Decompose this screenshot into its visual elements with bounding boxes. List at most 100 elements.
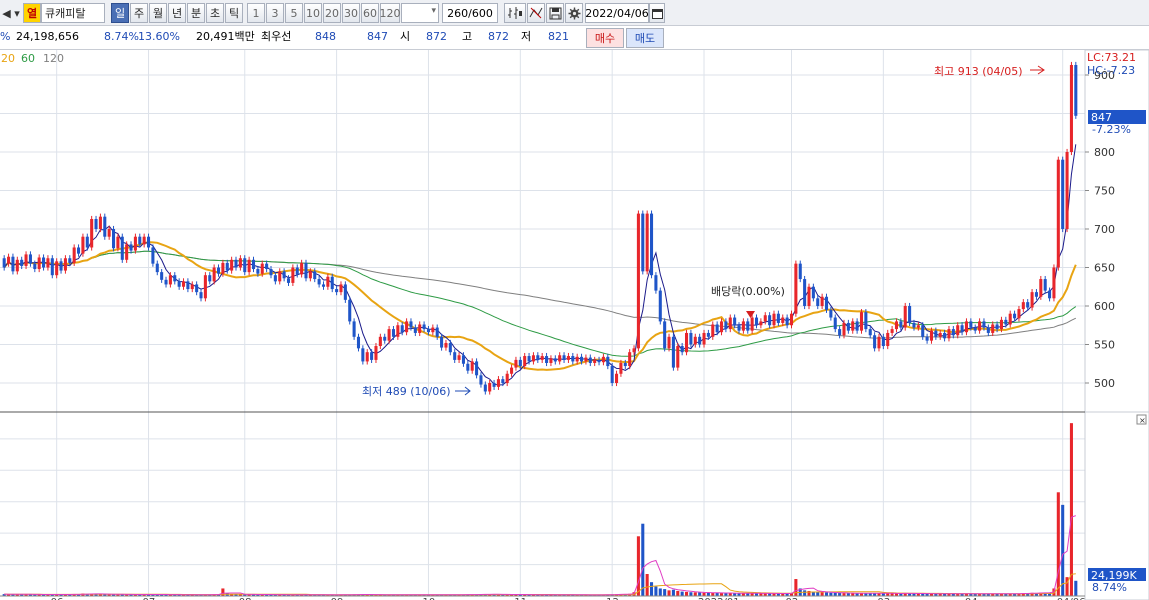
open-label: 시 bbox=[400, 30, 411, 43]
candle-body bbox=[960, 325, 964, 333]
candle-body bbox=[120, 236, 124, 260]
period-tab-week[interactable]: 주 bbox=[130, 3, 148, 23]
ma-legend-120[interactable]: 120 bbox=[43, 52, 64, 65]
minute-option-3[interactable]: 3 bbox=[266, 3, 284, 23]
volume-bar bbox=[671, 589, 675, 596]
period-tab-minute[interactable]: 분 bbox=[187, 3, 205, 23]
open-price: 872 bbox=[426, 30, 447, 43]
candle-body bbox=[877, 336, 881, 349]
period-tab-second[interactable]: 초 bbox=[206, 3, 224, 23]
candle-body bbox=[339, 284, 343, 293]
candle-body bbox=[798, 263, 802, 280]
candle-body bbox=[1026, 302, 1030, 308]
bar-count-input[interactable]: 260/600 bbox=[442, 3, 498, 23]
high-price: 872 bbox=[488, 30, 509, 43]
candle-body bbox=[405, 321, 409, 333]
indicator-icon[interactable] bbox=[527, 3, 545, 23]
candle-body bbox=[658, 290, 662, 322]
minute-option-5[interactable]: 5 bbox=[285, 3, 303, 23]
candle-body bbox=[378, 336, 382, 347]
chart-type-icon[interactable] bbox=[504, 3, 526, 23]
minute-option-20[interactable]: 20 bbox=[323, 3, 341, 23]
date-input[interactable]: 2022/04/06 bbox=[585, 3, 649, 23]
volume-bar bbox=[1061, 504, 1065, 596]
candle-body bbox=[855, 321, 859, 331]
candle-body bbox=[28, 254, 32, 264]
price-tick-label: 600 bbox=[1094, 300, 1115, 313]
candle-body bbox=[273, 275, 277, 282]
volume-bar bbox=[1056, 492, 1060, 596]
period-tab-month[interactable]: 월 bbox=[149, 3, 167, 23]
candle-body bbox=[400, 325, 404, 333]
low-annotation: 최저 489 (10/06) bbox=[362, 385, 451, 398]
buy-button[interactable]: 매수 bbox=[586, 28, 624, 48]
candle-body bbox=[724, 321, 728, 330]
candle-body bbox=[300, 262, 304, 275]
candle-body bbox=[46, 258, 50, 268]
price-tick-label: 550 bbox=[1094, 339, 1115, 352]
minute-option-30[interactable]: 30 bbox=[342, 3, 360, 23]
code-type-badge[interactable]: 열 bbox=[23, 3, 41, 23]
candle-body bbox=[68, 258, 72, 263]
stock-name-field[interactable]: 큐캐피탈 bbox=[41, 3, 105, 23]
candle-body bbox=[536, 355, 540, 360]
ma-legend-60[interactable]: 60 bbox=[21, 52, 35, 65]
candle-body bbox=[308, 271, 312, 279]
volume-bar bbox=[667, 590, 671, 596]
candle-body bbox=[894, 321, 899, 330]
trade-amount: 20,491백만 bbox=[196, 30, 255, 43]
candle-body bbox=[741, 321, 745, 331]
candle-body bbox=[133, 236, 137, 251]
calendar-icon[interactable] bbox=[649, 3, 665, 23]
period-tab-tick[interactable]: 틱 bbox=[225, 3, 243, 23]
candle-body bbox=[597, 359, 601, 363]
candle-body bbox=[396, 325, 400, 337]
volume-bar bbox=[698, 592, 702, 596]
candle-body bbox=[426, 329, 430, 333]
ma-legend-20[interactable]: 20 bbox=[1, 52, 15, 65]
minute-option-1[interactable]: 1 bbox=[247, 3, 265, 23]
dropdown-arrow-icon[interactable]: ▾ bbox=[12, 3, 22, 23]
price-volume-chart[interactable]: 500550600650700750800900 250,000K200,000… bbox=[0, 50, 1149, 600]
candle-body bbox=[63, 258, 67, 271]
candle-body bbox=[859, 312, 864, 331]
lc-label: LC:73.21 bbox=[1087, 51, 1136, 64]
candle-body bbox=[982, 321, 986, 328]
period-tab-year[interactable]: 년 bbox=[168, 3, 186, 23]
candle-body bbox=[746, 321, 750, 331]
candle-body bbox=[1013, 313, 1017, 319]
candle-body bbox=[413, 327, 417, 333]
sell-button[interactable]: 매도 bbox=[626, 28, 664, 48]
candle-body bbox=[973, 327, 977, 331]
minute-option-60[interactable]: 60 bbox=[361, 3, 379, 23]
candle-body bbox=[7, 256, 11, 264]
volume-bar bbox=[641, 523, 645, 596]
candle-body bbox=[593, 359, 597, 363]
candle-body bbox=[492, 383, 496, 387]
candle-body bbox=[50, 258, 54, 276]
candle-body bbox=[645, 213, 649, 272]
volume-bar bbox=[689, 592, 693, 596]
candle-body bbox=[763, 315, 767, 322]
candle-body bbox=[177, 281, 181, 287]
prev-arrow-icon[interactable]: ◀ bbox=[1, 3, 12, 23]
minute-option-120[interactable]: 120 bbox=[380, 3, 401, 23]
candle-body bbox=[890, 329, 894, 333]
candle-body bbox=[85, 236, 89, 248]
candle-body bbox=[702, 332, 706, 345]
candle-body bbox=[794, 263, 798, 314]
candle-body bbox=[899, 321, 903, 328]
settings-gear-icon[interactable] bbox=[565, 3, 583, 23]
candle-body bbox=[768, 315, 772, 326]
volume-bar bbox=[824, 592, 829, 596]
candle-body bbox=[11, 256, 15, 272]
save-icon[interactable] bbox=[546, 3, 564, 23]
best-quote-label: 최우선 bbox=[261, 30, 292, 43]
turnover-ratio: 13.60% bbox=[138, 30, 180, 43]
minute-option-10[interactable]: 10 bbox=[304, 3, 322, 23]
low-arrow-icon bbox=[455, 386, 471, 396]
period-tab-day[interactable]: 일 bbox=[111, 3, 129, 23]
candle-body bbox=[129, 244, 133, 251]
interval-select[interactable]: ▾ bbox=[401, 3, 439, 23]
candle-body bbox=[348, 299, 352, 322]
